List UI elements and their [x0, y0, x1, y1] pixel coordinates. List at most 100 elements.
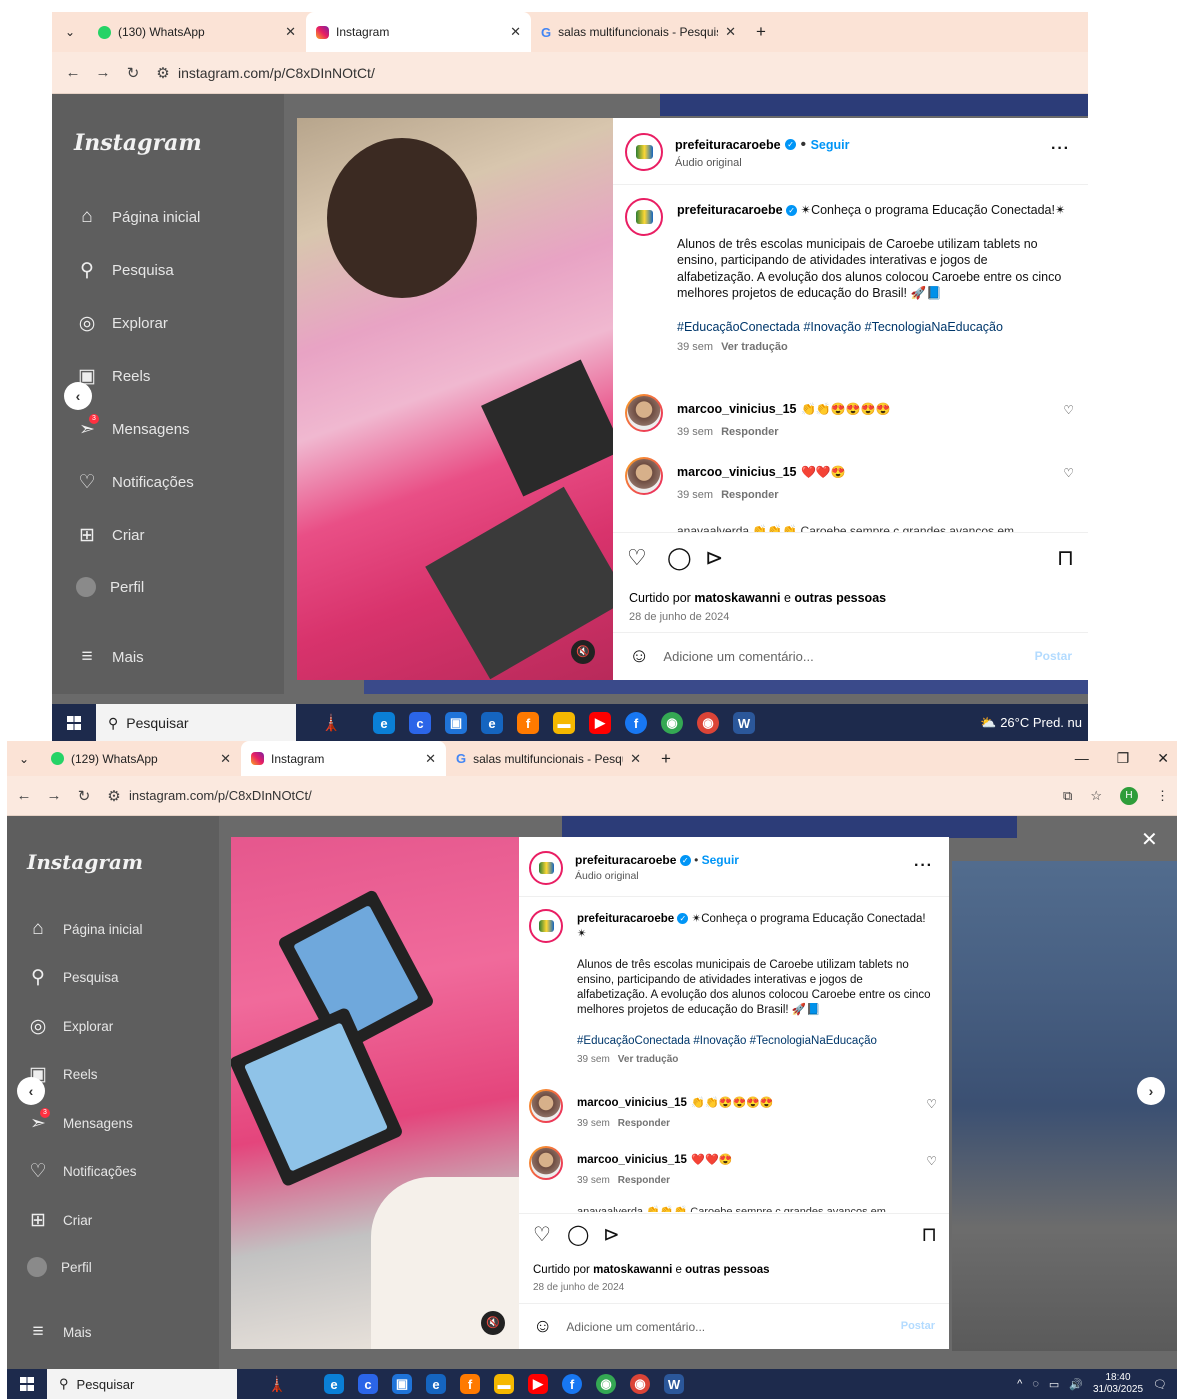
share-icon[interactable]: ⊳: [705, 545, 723, 571]
tab-whatsapp[interactable]: (129) WhatsApp ✕: [41, 741, 241, 776]
next-post-arrow[interactable]: ›: [1137, 1077, 1165, 1105]
reply-button[interactable]: Responder: [721, 426, 778, 438]
firefox-icon[interactable]: f: [460, 1374, 480, 1394]
network-icon[interactable]: ◌: [1032, 1378, 1039, 1390]
audio-label[interactable]: Áudio original: [575, 870, 739, 882]
sidebar-item-more[interactable]: ≡ Mais: [27, 1321, 91, 1343]
forward-icon[interactable]: →: [88, 64, 118, 81]
youtube-icon[interactable]: ▶: [589, 712, 611, 734]
facebook-icon[interactable]: f: [562, 1374, 582, 1394]
sidebar-item-profile[interactable]: Perfil: [76, 577, 144, 597]
emoji-icon[interactable]: ☺: [533, 1316, 552, 1338]
comment-input[interactable]: Adicione um comentário...: [566, 1320, 705, 1334]
sidebar-item-notifications[interactable]: ♡ Notificações: [27, 1160, 136, 1182]
firefox-icon[interactable]: f: [517, 712, 539, 734]
reply-button[interactable]: Responder: [721, 489, 778, 501]
url-field[interactable]: instagram.com/p/C8xDInNOtCt/: [178, 65, 375, 81]
close-icon[interactable]: ✕: [220, 751, 231, 767]
install-app-icon[interactable]: ⧉: [1063, 788, 1072, 804]
mute-icon[interactable]: 🔇: [571, 640, 595, 664]
comment-icon[interactable]: ◯: [567, 1222, 589, 1247]
sidebar-item-more[interactable]: ≡ Mais: [76, 646, 143, 668]
sidebar-item-home[interactable]: ⌂ Página inicial: [27, 918, 142, 940]
chrome-profile-icon[interactable]: ◉: [697, 712, 719, 734]
notifications-icon[interactable]: 🗨: [1153, 1378, 1167, 1391]
instagram-logo[interactable]: Instagram: [74, 130, 202, 156]
reply-button[interactable]: Responder: [618, 1118, 670, 1129]
start-button[interactable]: [52, 704, 96, 742]
word-icon[interactable]: W: [733, 712, 755, 734]
avatar[interactable]: [625, 457, 663, 495]
tab-instagram[interactable]: Instagram ✕: [306, 12, 531, 52]
weather-widget[interactable]: ⛅ 26°C Pred. nu: [980, 715, 1088, 731]
like-comment-icon[interactable]: ♡: [926, 1154, 937, 1168]
copilot-icon[interactable]: c: [358, 1374, 378, 1394]
sidebar-item-notifications[interactable]: ♡ Notificações: [76, 471, 193, 493]
sidebar-item-explore[interactable]: ◎ Explorar: [76, 312, 168, 334]
hashtags[interactable]: #EducaçãoConectada #Inovação #Tecnologia…: [677, 319, 1067, 336]
back-icon[interactable]: ←: [58, 64, 88, 81]
sidebar-item-home[interactable]: ⌂ Página inicial: [76, 206, 200, 228]
username[interactable]: prefeituracaroebe: [675, 138, 781, 152]
restore-icon[interactable]: ❐: [1117, 750, 1130, 767]
comment-input[interactable]: Adicione um comentário...: [663, 649, 813, 664]
chrome-icon[interactable]: ◉: [596, 1374, 616, 1394]
tab-google-search[interactable]: G salas multifuncionais - Pesquisa ✕: [446, 741, 651, 776]
avatar[interactable]: [529, 1146, 563, 1180]
sidebar-item-messages[interactable]: ➣ Mensagens 3: [27, 1108, 133, 1134]
reload-icon[interactable]: ↻: [118, 64, 148, 82]
photos-icon[interactable]: ▣: [392, 1374, 412, 1394]
battery-icon[interactable]: ▭: [1049, 1378, 1059, 1391]
back-icon[interactable]: ←: [9, 787, 39, 804]
sidebar-item-create[interactable]: ⊞ Criar: [27, 1209, 92, 1231]
sidebar-item-reels[interactable]: ▣ Reels: [76, 365, 150, 387]
close-icon[interactable]: ✕: [510, 24, 521, 40]
more-options-icon[interactable]: ···: [914, 857, 933, 875]
youtube-icon[interactable]: ▶: [528, 1374, 548, 1394]
post-comment-button[interactable]: Postar: [901, 1320, 935, 1332]
more-options-icon[interactable]: ···: [1051, 140, 1070, 158]
taskbar-search[interactable]: ⚲ Pesquisar: [47, 1369, 237, 1399]
tray-chevron-icon[interactable]: ^: [1017, 1378, 1022, 1390]
emoji-icon[interactable]: ☺: [629, 645, 649, 668]
tab-search-dropdown[interactable]: ⌄: [52, 12, 88, 52]
site-info-icon[interactable]: ⚙: [99, 787, 129, 805]
save-icon[interactable]: ⊓: [1057, 545, 1074, 571]
facebook-icon[interactable]: f: [625, 712, 647, 734]
bookmark-star-icon[interactable]: ☆: [1090, 788, 1102, 804]
minimize-icon[interactable]: —: [1075, 750, 1089, 767]
paris-widget-icon[interactable]: 🗼: [237, 1375, 317, 1393]
username[interactable]: prefeituracaroebe: [577, 913, 674, 925]
forward-icon[interactable]: →: [39, 787, 69, 804]
follow-button[interactable]: Seguir: [702, 853, 739, 867]
sidebar-item-messages[interactable]: ➣ Mensagens 3: [76, 414, 190, 440]
username[interactable]: prefeituracaroebe: [677, 203, 783, 217]
sidebar-item-explore[interactable]: ◎ Explorar: [27, 1015, 114, 1037]
close-icon[interactable]: ✕: [630, 751, 641, 767]
profile-avatar[interactable]: H: [1120, 786, 1138, 805]
tab-whatsapp[interactable]: (130) WhatsApp ✕: [88, 12, 306, 52]
previous-post-arrow[interactable]: ‹: [64, 382, 92, 410]
site-info-icon[interactable]: ⚙: [148, 64, 178, 82]
photos-icon[interactable]: ▣: [445, 712, 467, 734]
hashtags[interactable]: #EducaçãoConectada #Inovação #Tecnologia…: [577, 1034, 933, 1049]
avatar[interactable]: [529, 851, 563, 885]
chrome-icon[interactable]: ◉: [661, 712, 683, 734]
chrome-profile-icon[interactable]: ◉: [630, 1374, 650, 1394]
follow-button[interactable]: Seguir: [811, 138, 850, 152]
copilot-icon[interactable]: c: [409, 712, 431, 734]
close-icon[interactable]: ✕: [425, 751, 436, 767]
sidebar-item-search[interactable]: ⚲ Pesquisa: [76, 259, 174, 281]
like-comment-icon[interactable]: ♡: [1063, 403, 1074, 417]
reply-button[interactable]: Responder: [618, 1175, 670, 1186]
like-icon[interactable]: ♡: [533, 1222, 551, 1247]
like-comment-icon[interactable]: ♡: [1063, 466, 1074, 480]
new-tab-button[interactable]: +: [651, 741, 681, 776]
save-icon[interactable]: ⊓: [921, 1222, 937, 1247]
file-explorer-icon[interactable]: ▬: [553, 712, 575, 734]
like-comment-icon[interactable]: ♡: [926, 1097, 937, 1111]
sidebar-item-search[interactable]: ⚲ Pesquisa: [27, 966, 119, 988]
username[interactable]: prefeituracaroebe: [575, 853, 676, 867]
avatar[interactable]: [625, 394, 663, 432]
close-modal-icon[interactable]: ✕: [1141, 827, 1158, 852]
